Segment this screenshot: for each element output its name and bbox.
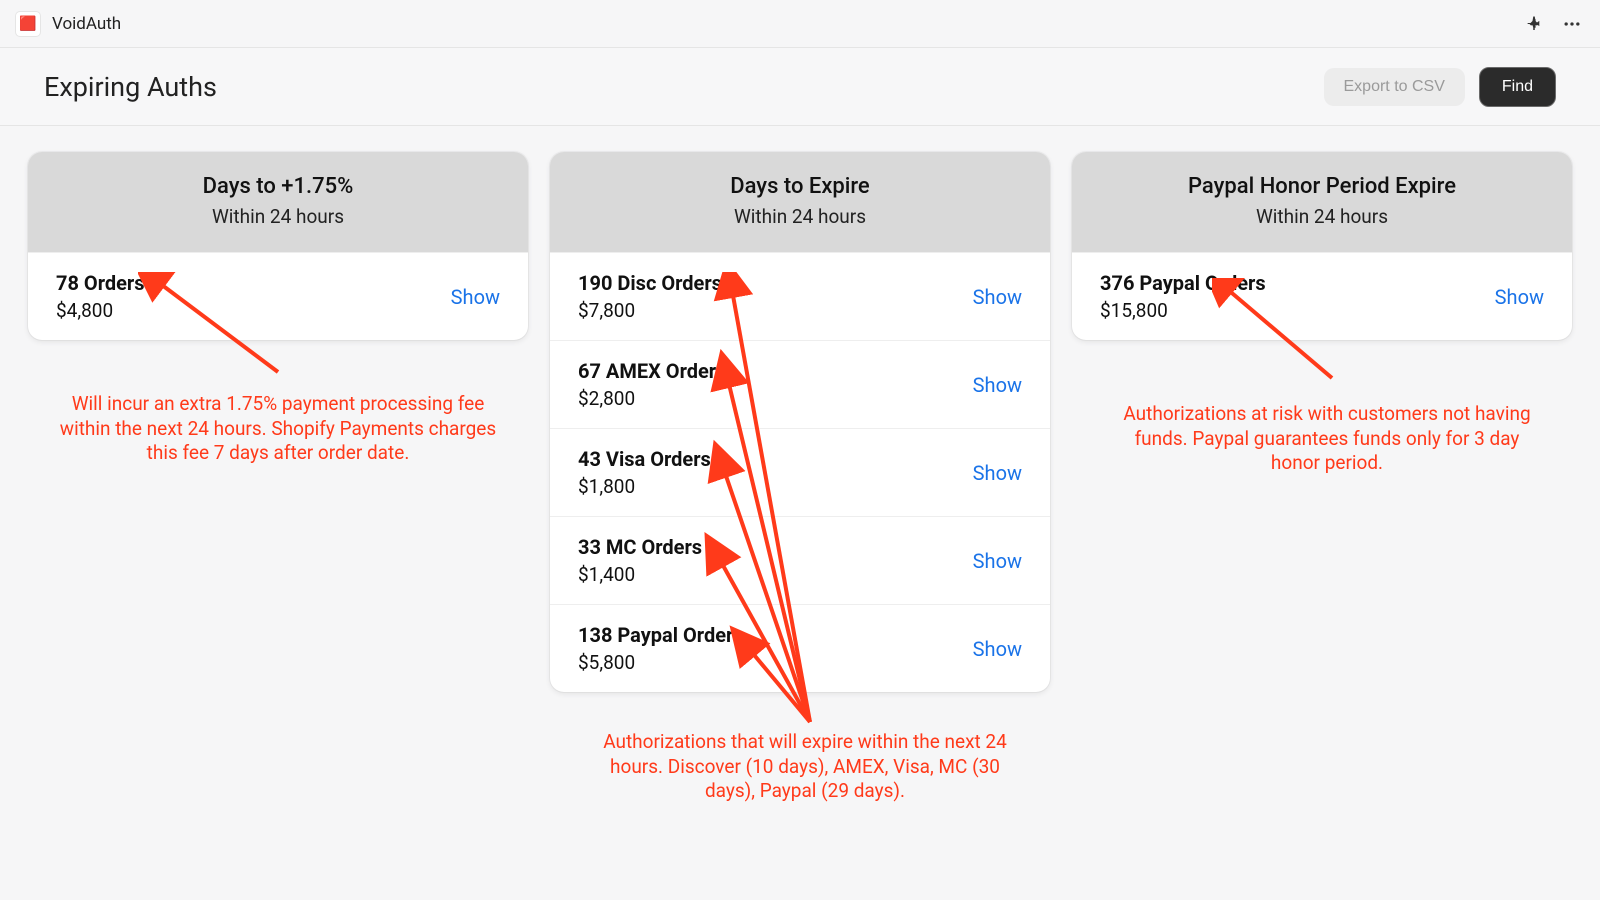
columns: Days to +1.75% Within 24 hours 78 Orders… [0, 126, 1600, 692]
order-row: 78 Orders $4,800 Show [28, 252, 528, 340]
row-amount: $15,800 [1100, 299, 1495, 322]
card-head: Paypal Honor Period Expire Within 24 hou… [1072, 152, 1572, 252]
annotation-text: Authorizations that will expire within t… [590, 730, 1020, 804]
order-row: 67 AMEX Orders $2,800 Show [550, 340, 1050, 428]
show-link[interactable]: Show [451, 285, 500, 309]
row-amount: $4,800 [56, 299, 451, 322]
row-label: 138 Paypal Orders [578, 623, 973, 647]
card-title: Days to Expire [560, 174, 1040, 199]
card-title: Paypal Honor Period Expire [1082, 174, 1562, 199]
show-link[interactable]: Show [973, 637, 1022, 661]
row-label: 78 Orders [56, 271, 451, 295]
row-amount: $1,800 [578, 475, 973, 498]
order-row: 138 Paypal Orders $5,800 Show [550, 604, 1050, 692]
title-row: Expiring Auths Export to CSV Find [0, 48, 1600, 126]
card-paypal: Paypal Honor Period Expire Within 24 hou… [1072, 152, 1572, 340]
app-icon-glyph: 🟥 [19, 16, 36, 32]
row-amount: $5,800 [578, 651, 973, 674]
row-label: 67 AMEX Orders [578, 359, 973, 383]
card-fee: Days to +1.75% Within 24 hours 78 Orders… [28, 152, 528, 340]
card-head: Days to +1.75% Within 24 hours [28, 152, 528, 252]
card-title: Days to +1.75% [38, 174, 518, 199]
show-link[interactable]: Show [1495, 285, 1544, 309]
show-link[interactable]: Show [973, 549, 1022, 573]
row-label: 33 MC Orders [578, 535, 973, 559]
column-fee: Days to +1.75% Within 24 hours 78 Orders… [28, 152, 528, 340]
order-row: 376 Paypal Orders $15,800 Show [1072, 252, 1572, 340]
row-amount: $2,800 [578, 387, 973, 410]
row-amount: $1,400 [578, 563, 973, 586]
annotation-text: Will incur an extra 1.75% payment proces… [48, 392, 508, 466]
show-link[interactable]: Show [973, 461, 1022, 485]
topbar: 🟥 VoidAuth [0, 0, 1600, 48]
row-label: 43 Visa Orders [578, 447, 973, 471]
find-button[interactable]: Find [1479, 67, 1556, 107]
column-expire: Days to Expire Within 24 hours 190 Disc … [550, 152, 1050, 692]
card-subtitle: Within 24 hours [38, 205, 518, 228]
card-subtitle: Within 24 hours [1082, 205, 1562, 228]
order-row: 33 MC Orders $1,400 Show [550, 516, 1050, 604]
show-link[interactable]: Show [973, 373, 1022, 397]
card-subtitle: Within 24 hours [560, 205, 1040, 228]
column-paypal: Paypal Honor Period Expire Within 24 hou… [1072, 152, 1572, 340]
app-name: VoidAuth [52, 14, 121, 34]
export-csv-button[interactable]: Export to CSV [1324, 68, 1465, 106]
order-row: 43 Visa Orders $1,800 Show [550, 428, 1050, 516]
page-title: Expiring Auths [44, 71, 217, 103]
row-amount: $7,800 [578, 299, 973, 322]
row-label: 376 Paypal Orders [1100, 271, 1495, 295]
card-expire: Days to Expire Within 24 hours 190 Disc … [550, 152, 1050, 692]
show-link[interactable]: Show [973, 285, 1022, 309]
annotation-text: Authorizations at risk with customers no… [1122, 402, 1532, 476]
pin-icon[interactable] [1522, 12, 1546, 36]
more-icon[interactable] [1560, 12, 1584, 36]
row-label: 190 Disc Orders [578, 271, 973, 295]
card-head: Days to Expire Within 24 hours [550, 152, 1050, 252]
order-row: 190 Disc Orders $7,800 Show [550, 252, 1050, 340]
app-icon: 🟥 [16, 12, 40, 36]
